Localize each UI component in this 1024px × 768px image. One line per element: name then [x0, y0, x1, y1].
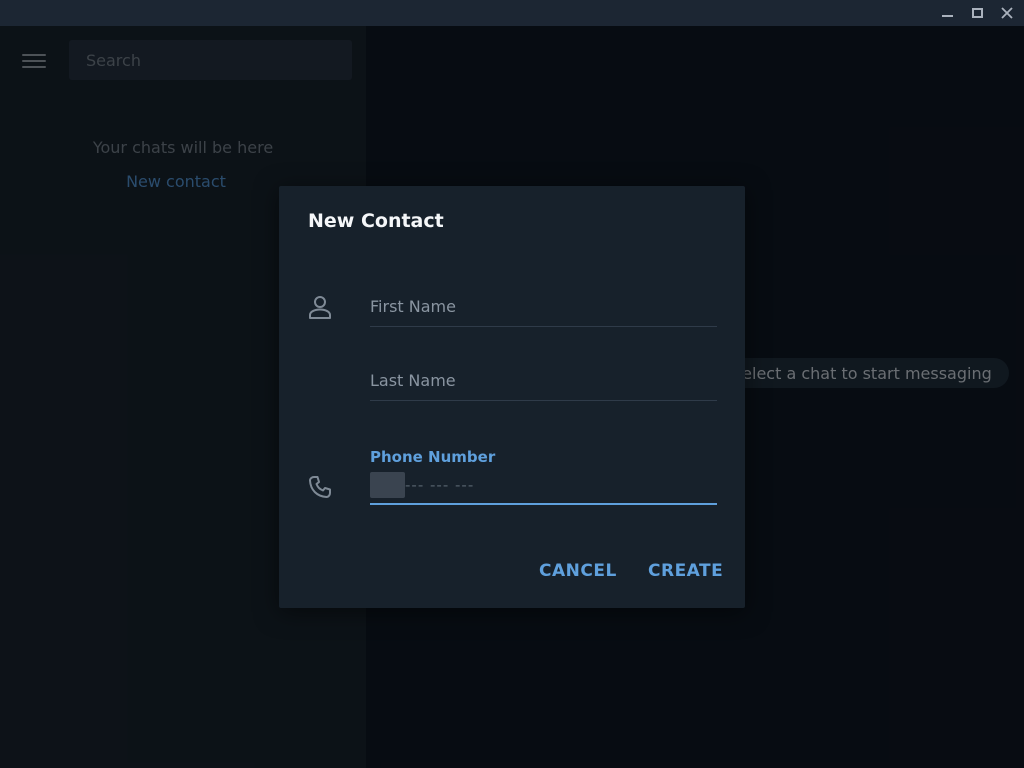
last-name-input[interactable] [370, 368, 717, 392]
last-name-underline [370, 400, 717, 401]
minimize-icon [941, 15, 953, 17]
country-code-box[interactable] [370, 472, 405, 498]
phone-icon [309, 476, 331, 498]
person-icon [309, 296, 331, 319]
first-name-field [370, 294, 717, 327]
create-button[interactable]: CREATE [648, 556, 723, 586]
new-contact-dialog: New Contact Phone Number CANCEL CREATE [279, 186, 745, 608]
close-button[interactable] [992, 0, 1022, 26]
phone-underline-active [370, 503, 717, 505]
first-name-input[interactable] [370, 294, 717, 318]
phone-label: Phone Number [370, 448, 496, 466]
phone-field: Phone Number [370, 448, 717, 505]
minimize-button[interactable] [932, 0, 962, 26]
phone-row [370, 470, 717, 500]
close-icon [1001, 7, 1013, 19]
phone-number-input[interactable] [405, 476, 717, 494]
cancel-button[interactable]: CANCEL [539, 556, 617, 586]
maximize-icon [971, 8, 983, 18]
maximize-button[interactable] [962, 0, 992, 26]
first-name-underline [370, 326, 717, 327]
last-name-field [370, 368, 717, 401]
dialog-title: New Contact [308, 210, 444, 232]
window-titlebar [0, 0, 1024, 26]
